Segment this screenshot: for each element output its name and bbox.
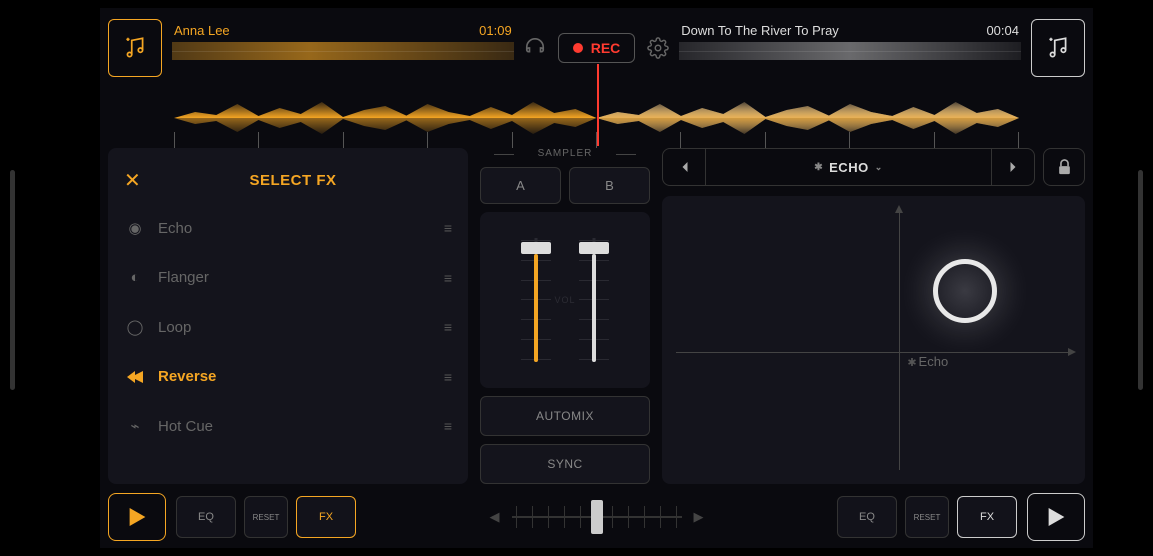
fx-item-loop[interactable]: ◯ Loop ≡ <box>120 306 456 348</box>
playhead-marker <box>597 64 599 146</box>
record-dot-icon <box>573 43 583 53</box>
deck-b-volume-fader[interactable] <box>579 228 609 372</box>
fx-item-label: Hot Cue <box>158 418 430 435</box>
lock-icon <box>1057 159 1072 175</box>
flanger-icon: ◐ <box>126 269 144 286</box>
deck-a-reset-button[interactable]: RESET <box>244 496 288 538</box>
deck-b-title: Down To The River To Pray <box>681 23 839 38</box>
reorder-grip-icon[interactable]: ≡ <box>444 220 450 236</box>
deck-b-time: 00:04 <box>986 23 1019 38</box>
reverse-icon <box>126 371 144 383</box>
deck-a-play-button[interactable] <box>108 493 166 541</box>
music-note-add-icon <box>122 35 148 61</box>
sampler-b-button[interactable]: B <box>569 167 650 204</box>
music-note-add-icon <box>1045 35 1071 61</box>
fx-next-button[interactable] <box>992 161 1034 173</box>
fx-item-reverse[interactable]: Reverse ≡ <box>120 356 456 397</box>
fx-xy-pad[interactable]: ✱Echo <box>662 196 1085 484</box>
deck-b-overview-waveform[interactable] <box>679 42 1021 74</box>
deck-a-volume-fader[interactable] <box>521 228 551 372</box>
deck-a-fx-button[interactable]: FX <box>296 496 356 538</box>
fx-item-echo[interactable]: ◉ Echo ≡ <box>120 207 456 249</box>
fx-selector-dropdown[interactable]: ✱ ECHO ⌄ <box>705 149 992 185</box>
play-icon <box>1048 508 1065 526</box>
crossfader-right-icon: ▶ <box>694 509 704 525</box>
load-track-b-button[interactable] <box>1031 19 1085 77</box>
chevron-down-icon: ⌄ <box>875 162 883 173</box>
reorder-grip-icon[interactable]: ≡ <box>444 270 450 286</box>
deck-a-time: 01:09 <box>479 23 512 38</box>
sampler-section-label: SAMPLER <box>480 148 650 159</box>
fx-panel-title: SELECT FX <box>164 172 422 189</box>
fx-item-flanger[interactable]: ◐ Flanger ≡ <box>120 257 456 298</box>
fx-item-label: Reverse <box>158 368 430 385</box>
fx-lock-button[interactable] <box>1043 148 1085 186</box>
echo-icon: ◉ <box>126 219 144 237</box>
xy-touch-point[interactable] <box>933 259 997 323</box>
crossfader[interactable] <box>512 496 682 538</box>
close-fx-button[interactable]: ✕ <box>124 168 144 193</box>
fx-prev-button[interactable] <box>663 161 705 173</box>
volume-label: VOL <box>554 295 575 305</box>
loop-icon: ◯ <box>126 318 144 336</box>
sampler-a-button[interactable]: A <box>480 167 561 204</box>
load-track-a-button[interactable] <box>108 19 162 77</box>
reorder-grip-icon[interactable]: ≡ <box>444 319 450 335</box>
fx-item-label: Flanger <box>158 269 430 286</box>
settings-icon[interactable] <box>647 37 669 59</box>
play-icon <box>129 508 146 526</box>
deck-b-fx-button[interactable]: FX <box>957 496 1017 538</box>
main-waveform[interactable] <box>104 94 1089 142</box>
fx-select-panel: ✕ SELECT FX ◉ Echo ≡ ◐ Flanger ≡ ◯ Loop … <box>108 148 468 484</box>
deck-a-title: Anna Lee <box>174 23 230 38</box>
headphones-icon[interactable] <box>524 37 546 59</box>
crossfader-left-icon: ◀ <box>490 509 500 525</box>
deck-a-overview-waveform[interactable] <box>172 42 514 74</box>
reorder-grip-icon[interactable]: ≡ <box>444 418 450 434</box>
active-fx-name: ECHO <box>829 160 869 175</box>
fx-item-label: Loop <box>158 319 430 336</box>
sync-button[interactable]: SYNC <box>480 444 650 484</box>
deck-b-play-button[interactable] <box>1027 493 1085 541</box>
record-button[interactable]: REC <box>558 33 636 63</box>
automix-button[interactable]: AUTOMIX <box>480 396 650 436</box>
fx-item-label: Echo <box>158 220 430 237</box>
fx-item-hotcue[interactable]: ⌁ Hot Cue ≡ <box>120 405 456 447</box>
deck-b-reset-button[interactable]: RESET <box>905 496 949 538</box>
reorder-grip-icon[interactable]: ≡ <box>444 369 450 385</box>
deck-b-eq-button[interactable]: EQ <box>837 496 897 538</box>
xy-axis-label: Echo <box>919 354 949 369</box>
record-label: REC <box>591 40 621 56</box>
hotcue-icon: ⌁ <box>126 417 144 435</box>
deck-a-eq-button[interactable]: EQ <box>176 496 236 538</box>
